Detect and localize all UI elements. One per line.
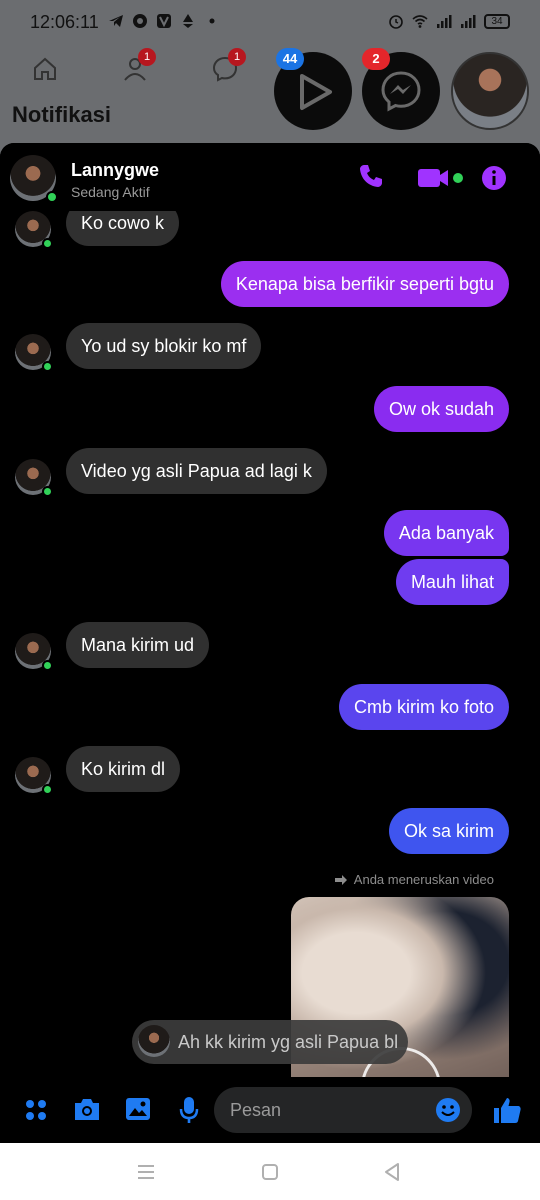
sender-avatar[interactable] (15, 334, 53, 372)
contact-avatar[interactable] (10, 155, 58, 203)
message-bubble-outgoing[interactable]: Cmb kirim ko foto (338, 684, 509, 730)
online-indicator (46, 191, 58, 203)
chat-header: Lannygwe Sedang Aktif (0, 143, 540, 211)
messenger-chat-head[interactable]: 2 (362, 48, 440, 130)
like-icon[interactable] (492, 1095, 522, 1125)
gallery-icon[interactable] (125, 1096, 151, 1122)
camera-icon[interactable] (73, 1096, 101, 1122)
sender-avatar[interactable] (15, 757, 53, 795)
back-icon[interactable] (383, 1162, 401, 1182)
message-preview-pill[interactable]: Ah kk kirim yg asli Papua bl (132, 1020, 408, 1064)
sender-avatar[interactable] (15, 633, 53, 671)
messenger-head-badge: 2 (362, 48, 390, 70)
online-indicator (42, 361, 53, 372)
system-icons: 34 (388, 13, 510, 29)
message-bubble-outgoing[interactable]: Ok sa kirim (389, 808, 509, 854)
apps-icon[interactable] (24, 1098, 48, 1122)
online-indicator (42, 784, 53, 795)
contact-name[interactable]: Lannygwe (71, 160, 159, 181)
forward-note-text: Anda meneruskan video (353, 872, 494, 887)
online-indicator (42, 660, 53, 671)
mic-icon[interactable] (179, 1096, 199, 1124)
forward-note: Anda meneruskan video (334, 872, 494, 887)
online-indicator (42, 486, 53, 497)
composer-bar (0, 1077, 540, 1143)
message-bubble-outgoing[interactable]: Kenapa bisa berfikir seperti bgtu (220, 261, 509, 307)
message-bubble-outgoing[interactable]: Mauh lihat (395, 559, 509, 605)
vlc-icon (157, 14, 171, 28)
message-bubble-incoming[interactable]: Video yg asli Papua ad lagi k (66, 448, 327, 494)
forward-icon (334, 874, 347, 885)
sender-avatar[interactable] (15, 459, 53, 497)
message-bubble-incoming[interactable]: Yo ud sy blokir ko mf (66, 323, 262, 369)
messenger-icon (381, 71, 421, 112)
friends-badge: 1 (138, 48, 156, 66)
emoji-icon[interactable] (435, 1097, 461, 1123)
video-call-icon[interactable] (417, 167, 465, 189)
telegram-icon (109, 15, 123, 27)
home-icon[interactable] (32, 56, 58, 82)
phone-icon[interactable] (358, 163, 384, 189)
video-chat-head[interactable]: 44 (274, 48, 352, 130)
info-icon[interactable] (481, 165, 507, 191)
preview-avatar (138, 1025, 170, 1057)
app-icon (133, 14, 147, 28)
alarm-icon (389, 15, 403, 29)
message-bubble-outgoing[interactable]: Ada banyak (383, 510, 509, 556)
contact-chat-head[interactable] (451, 52, 529, 130)
home-nav-icon[interactable] (261, 1163, 279, 1181)
status-bar: 12:06:11 34 (0, 0, 540, 46)
status-time: 12:06:11 (30, 12, 99, 32)
friends-tab[interactable]: 1 (122, 48, 156, 82)
signal-icon-2 (461, 15, 476, 28)
wifi-icon (412, 15, 428, 28)
message-bubble-incoming[interactable]: Mana kirim ud (66, 622, 210, 668)
battery-indicator: 34 (484, 13, 510, 29)
dot-icon (209, 18, 215, 24)
preview-text: Ah kk kirim yg asli Papua bl (178, 1032, 399, 1052)
online-indicator (42, 238, 53, 249)
signal-icon (437, 15, 452, 28)
message-bubble-outgoing[interactable]: Ow ok sudah (373, 386, 509, 432)
message-bubble-incoming[interactable]: Ko kirim dl (66, 746, 181, 792)
chat-panel: Lannygwe Sedang Aktif Ko cowo k Kenapa b… (0, 143, 540, 1143)
android-nav-bar (0, 1143, 540, 1200)
recent-apps-icon[interactable] (136, 1163, 156, 1181)
sender-avatar[interactable] (15, 211, 53, 249)
message-input[interactable] (214, 1087, 472, 1133)
recycle-icon (183, 14, 193, 28)
play-icon (300, 74, 332, 110)
contact-status: Sedang Aktif (71, 184, 150, 200)
messenger-tab[interactable]: 1 (212, 48, 246, 82)
page-title: Notifikasi (12, 102, 112, 127)
video-head-badge: 44 (276, 48, 304, 70)
notification-icons (108, 13, 220, 29)
messenger-badge: 1 (228, 48, 246, 66)
